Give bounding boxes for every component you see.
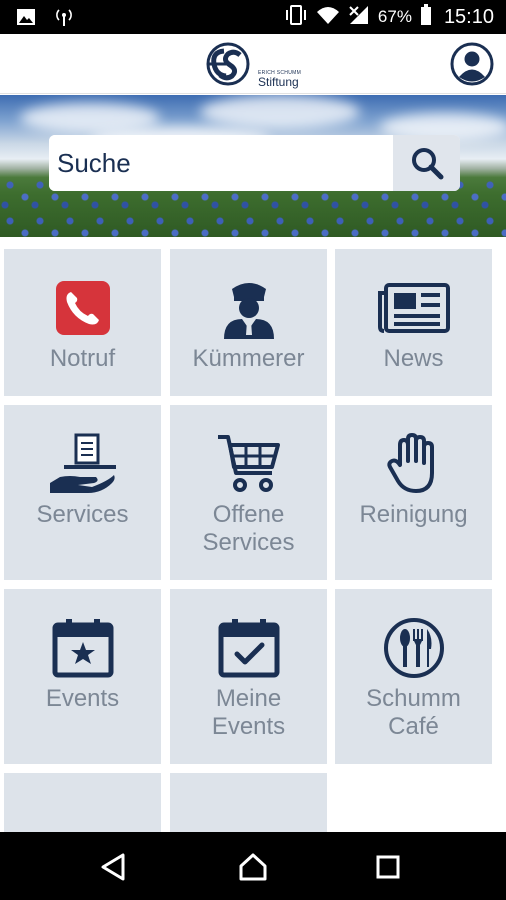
phone-icon bbox=[55, 279, 111, 337]
tile-services[interactable]: Services bbox=[4, 405, 161, 580]
tile-partial-2[interactable] bbox=[170, 773, 327, 832]
tile-reinigung[interactable]: Reinigung bbox=[335, 405, 492, 580]
tile-label: Notruf bbox=[49, 345, 116, 372]
tile-label-line2: Café bbox=[388, 713, 439, 740]
search-input[interactable] bbox=[49, 135, 393, 191]
app-header: ERICH SCHUMM Stiftung bbox=[0, 34, 506, 94]
cafe-cutlery-icon bbox=[383, 618, 445, 678]
tile-offene-services[interactable]: Offene Services bbox=[170, 405, 327, 580]
recents-icon[interactable] bbox=[368, 850, 408, 884]
service-tray-icon bbox=[48, 433, 118, 493]
clock: 15:10 bbox=[443, 5, 494, 28]
tile-label: Reinigung bbox=[359, 501, 468, 528]
calendar-check-icon bbox=[218, 619, 280, 678]
battery-icon bbox=[420, 3, 432, 31]
tile-label-line1: Meine bbox=[215, 685, 282, 712]
concierge-icon bbox=[220, 279, 278, 339]
search-icon bbox=[411, 148, 443, 180]
vibrate-icon bbox=[284, 4, 308, 31]
cell-signal-icon bbox=[348, 5, 370, 30]
tile-news[interactable]: News bbox=[335, 249, 492, 396]
profile-icon[interactable] bbox=[450, 42, 494, 86]
status-bar: 67% 15:10 bbox=[0, 0, 506, 34]
calendar-star-icon bbox=[52, 619, 114, 678]
wifi-icon bbox=[316, 5, 340, 30]
battery-percent: 67% bbox=[377, 7, 412, 26]
tile-meine-events[interactable]: Meine Events bbox=[170, 589, 327, 764]
logo-text: Stiftung bbox=[258, 75, 299, 89]
shopping-cart-icon bbox=[216, 435, 282, 493]
tile-label: News bbox=[383, 345, 444, 372]
tile-label: Services bbox=[36, 501, 129, 528]
tile-label-line2: Events bbox=[211, 713, 286, 740]
image-icon bbox=[16, 8, 36, 31]
tile-label: Events bbox=[45, 685, 120, 712]
tile-events[interactable]: Events bbox=[4, 589, 161, 764]
tile-partial-1[interactable] bbox=[4, 773, 161, 832]
tile-label-line2: Services bbox=[202, 529, 295, 556]
logo-mark-icon bbox=[206, 42, 250, 86]
newspaper-icon bbox=[377, 279, 450, 337]
tile-label: Kümmerer bbox=[192, 345, 305, 372]
system-nav-bar bbox=[0, 832, 506, 900]
tile-label-line1: Offene bbox=[212, 501, 285, 528]
tile-schumm-cafe[interactable]: Schumm Café bbox=[335, 589, 492, 764]
search-button[interactable] bbox=[393, 135, 460, 191]
back-icon[interactable] bbox=[93, 850, 133, 884]
tile-kuemmerer[interactable]: Kümmerer bbox=[170, 249, 327, 396]
home-icon[interactable] bbox=[233, 850, 273, 884]
tile-label-line1: Schumm bbox=[366, 685, 461, 712]
tile-notruf[interactable]: Notruf bbox=[4, 249, 161, 396]
hand-icon bbox=[386, 433, 442, 493]
radio-signal-icon bbox=[54, 7, 74, 32]
search-bar bbox=[49, 135, 460, 191]
